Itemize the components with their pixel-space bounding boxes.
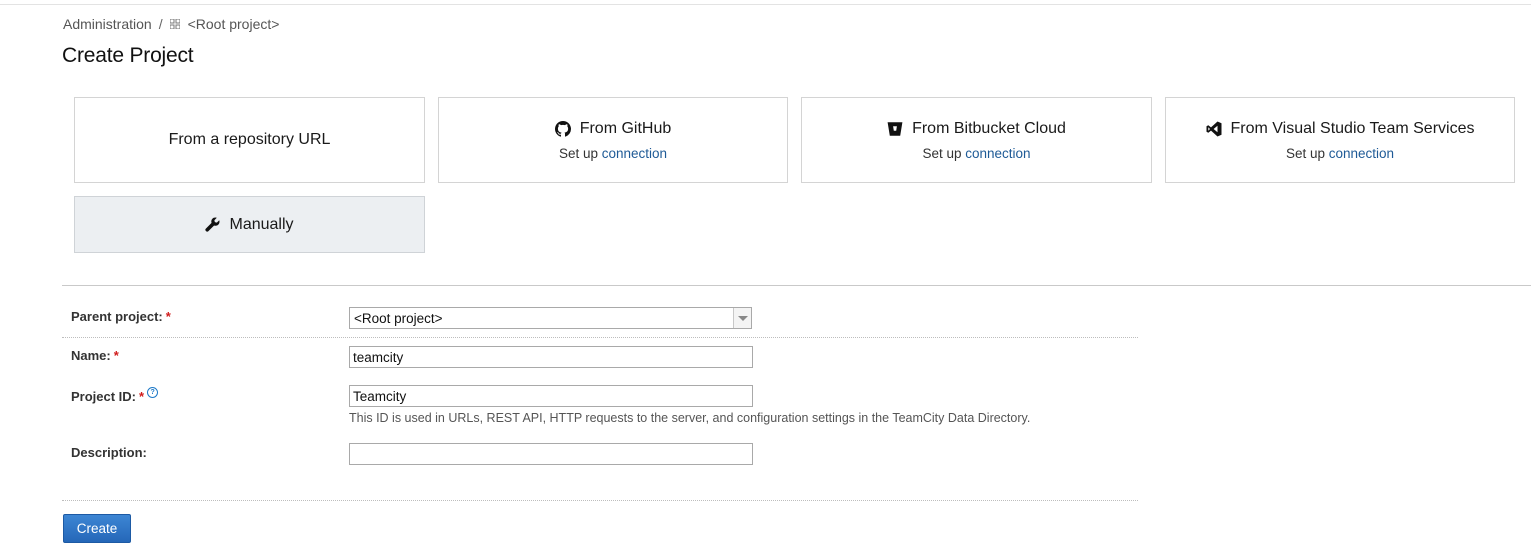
from-bitbucket-cloud-label: From Bitbucket Cloud bbox=[912, 119, 1066, 137]
breadcrumb: Administration / <Root project> bbox=[63, 16, 279, 32]
manually-label: Manually bbox=[229, 215, 294, 233]
from-repository-url-card[interactable]: From a repository URL bbox=[74, 97, 425, 183]
project-id-note: This ID is used in URLs, REST API, HTTP … bbox=[349, 411, 1031, 425]
description-label: Description: bbox=[71, 445, 147, 460]
bitbucket-setup-text: Set up bbox=[922, 145, 962, 161]
section-divider bbox=[62, 285, 1531, 286]
parent-project-value: <Root project> bbox=[354, 311, 443, 326]
description-label-text: Description: bbox=[71, 445, 147, 460]
name-label: Name: * bbox=[71, 348, 119, 363]
from-github-label: From GitHub bbox=[579, 119, 672, 137]
vsts-setup-text: Set up bbox=[1285, 145, 1325, 161]
help-icon[interactable]: ? bbox=[147, 387, 159, 398]
description-input[interactable] bbox=[349, 443, 753, 465]
from-bitbucket-cloud-card[interactable]: From Bitbucket Cloud Set up connection bbox=[801, 97, 1152, 183]
breadcrumb-root-project[interactable]: <Root project> bbox=[188, 16, 280, 32]
parent-project-label-text: Parent project: bbox=[71, 309, 163, 324]
name-input[interactable] bbox=[349, 346, 753, 368]
manually-card[interactable]: Manually bbox=[74, 196, 425, 253]
from-vsts-card[interactable]: From Visual Studio Team Services Set up … bbox=[1165, 97, 1515, 183]
wrench-icon bbox=[205, 217, 220, 232]
breadcrumb-separator: / bbox=[158, 16, 163, 32]
github-icon bbox=[554, 120, 571, 137]
breadcrumb-administration[interactable]: Administration bbox=[63, 16, 152, 32]
project-grid-icon bbox=[169, 19, 180, 29]
chevron-down-icon[interactable] bbox=[733, 308, 751, 328]
required-marker: * bbox=[165, 309, 171, 324]
row-divider bbox=[62, 337, 1138, 338]
bitbucket-icon bbox=[887, 121, 903, 136]
from-github-card[interactable]: From GitHub Set up connection bbox=[438, 97, 788, 183]
vsts-connection-link[interactable]: connection bbox=[1329, 146, 1394, 161]
required-marker: * bbox=[139, 389, 145, 404]
bitbucket-connection-link[interactable]: connection bbox=[965, 146, 1030, 161]
parent-project-select[interactable]: <Root project> bbox=[349, 307, 752, 329]
from-vsts-label: From Visual Studio Team Services bbox=[1230, 119, 1475, 137]
name-label-text: Name: bbox=[71, 348, 111, 363]
form-bottom-divider bbox=[62, 500, 1138, 501]
github-connection-link[interactable]: connection bbox=[602, 146, 667, 161]
project-id-input[interactable] bbox=[349, 385, 753, 407]
page-title: Create Project bbox=[62, 44, 194, 67]
visual-studio-icon bbox=[1206, 121, 1222, 136]
top-border bbox=[0, 0, 1531, 5]
project-id-label-text: Project ID: bbox=[71, 389, 137, 404]
required-marker: * bbox=[113, 348, 119, 363]
project-id-label: Project ID: *? bbox=[71, 387, 159, 404]
parent-project-label: Parent project: * bbox=[71, 309, 171, 324]
from-repository-url-label: From a repository URL bbox=[168, 131, 331, 148]
github-setup-text: Set up bbox=[558, 145, 598, 161]
create-button[interactable]: Create bbox=[63, 514, 131, 543]
